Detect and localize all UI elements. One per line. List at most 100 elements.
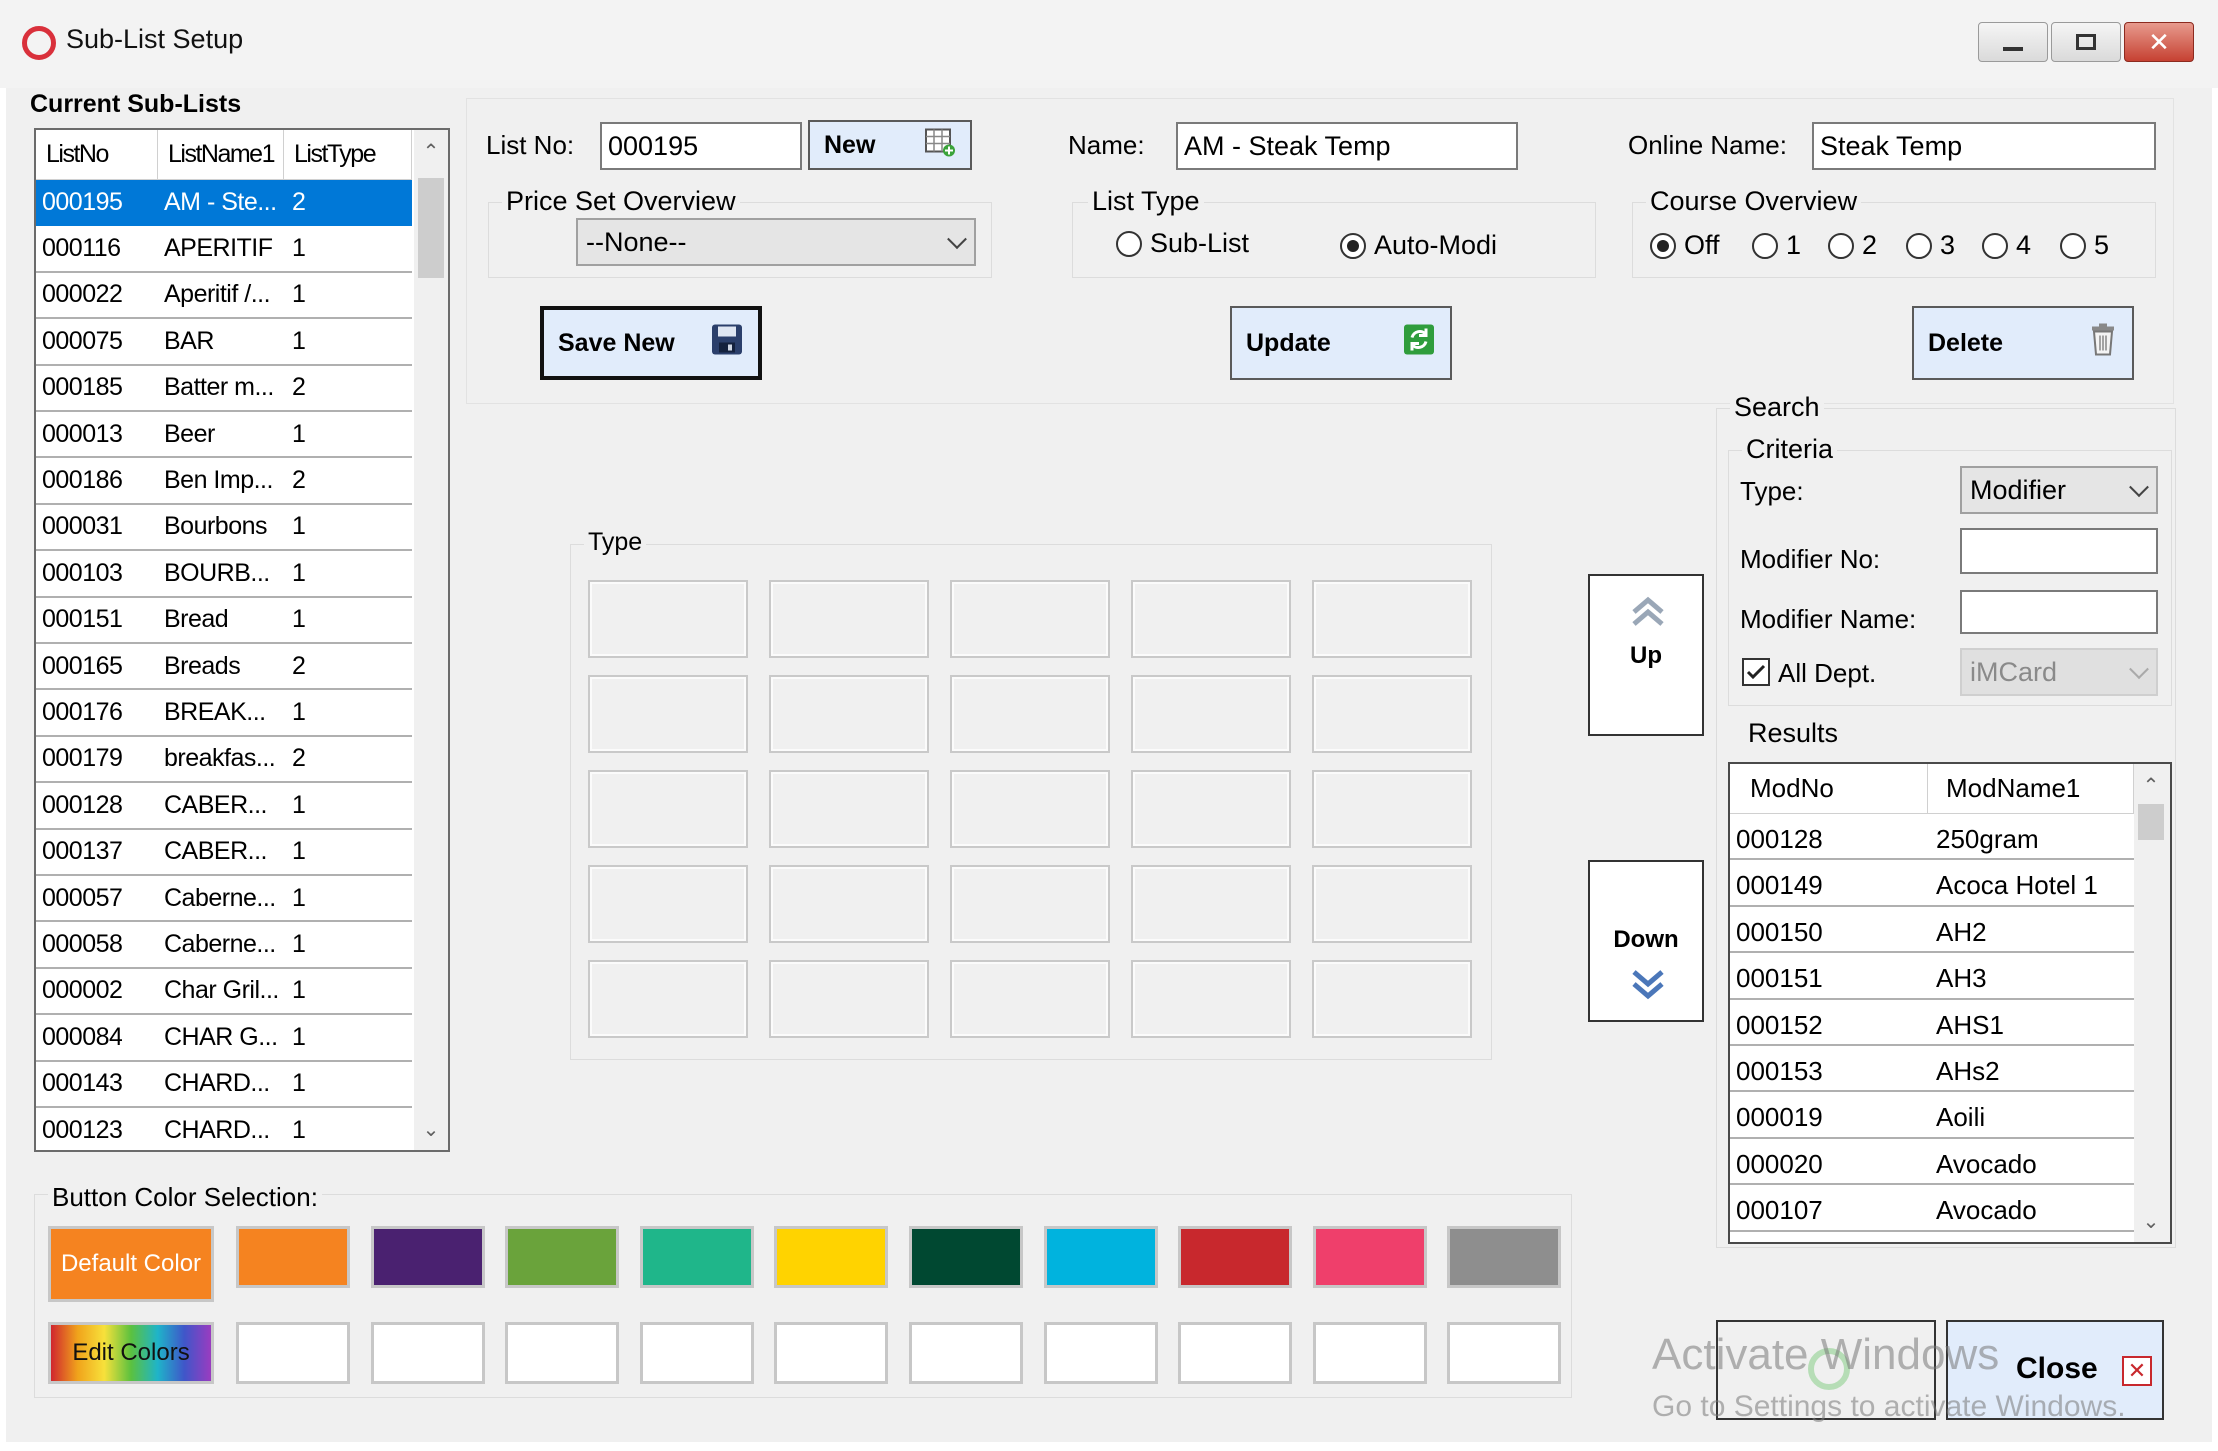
type-button-slot[interactable] xyxy=(950,675,1110,753)
results-grid[interactable]: ModNo ModName1 000128 250gram 000149 Acoca … xyxy=(1728,762,2172,1244)
type-button-slot[interactable] xyxy=(950,580,1110,658)
sublist-row[interactable]: 000186 Ben Imp... 2 xyxy=(36,458,412,505)
edit-colors-button[interactable]: Edit Colors xyxy=(48,1322,214,1384)
course-radio-off[interactable]: Off xyxy=(1650,230,1720,261)
close-window-button[interactable]: ✕ xyxy=(2124,22,2194,62)
sublist-row[interactable]: 000075 BAR 1 xyxy=(36,319,412,366)
maximize-button[interactable] xyxy=(2051,22,2121,62)
custom-color-slot[interactable] xyxy=(1178,1322,1293,1384)
sublist-row[interactable]: 000176 BREAK... 1 xyxy=(36,690,412,737)
sublist-row[interactable]: 000143 CHARD... 1 xyxy=(36,1062,412,1108)
result-row[interactable]: 000020 Avocado xyxy=(1730,1139,2134,1186)
modifier-no-input[interactable] xyxy=(1960,528,2158,574)
column-header-listtype[interactable]: ListType xyxy=(284,130,412,180)
result-row[interactable]: 000153 AHs2 xyxy=(1730,1046,2134,1093)
custom-color-slot[interactable] xyxy=(236,1322,350,1384)
custom-color-slot[interactable] xyxy=(639,1322,754,1384)
sublist-row[interactable]: 000002 Char Gril... 1 xyxy=(36,969,412,1016)
column-header-modname[interactable]: ModName1 xyxy=(1928,764,2134,814)
scroll-thumb[interactable] xyxy=(418,178,444,278)
new-button[interactable]: New xyxy=(808,120,972,170)
result-row[interactable]: 000151 AH3 xyxy=(1730,953,2134,1000)
color-swatch[interactable] xyxy=(774,1226,889,1288)
type-button-slot[interactable] xyxy=(950,960,1110,1038)
scroll-down-icon[interactable]: ⌄ xyxy=(2134,1204,2168,1238)
course-radio-3[interactable]: 3 xyxy=(1906,230,1955,261)
sublist-row[interactable]: 000185 Batter m... 2 xyxy=(36,366,412,412)
custom-color-slot[interactable] xyxy=(1447,1322,1562,1384)
list-no-input[interactable]: 000195 xyxy=(600,122,802,170)
color-swatch[interactable] xyxy=(639,1226,754,1288)
results-scrollbar[interactable]: ⌃ ⌄ xyxy=(2134,764,2170,1242)
name-input[interactable]: AM - Steak Temp xyxy=(1176,122,1518,170)
custom-color-slot[interactable] xyxy=(1043,1322,1158,1384)
sublist-row[interactable]: 000165 Breads 2 xyxy=(36,644,412,691)
column-header-modno[interactable]: ModNo xyxy=(1730,764,1928,814)
column-header-listname[interactable]: ListName1 xyxy=(158,130,284,180)
type-button-slot[interactable] xyxy=(1131,960,1291,1038)
price-set-select[interactable]: --None-- xyxy=(576,218,976,266)
search-type-select[interactable]: Modifier xyxy=(1960,466,2158,514)
sublist-row[interactable]: 000137 CABER... 1 xyxy=(36,830,412,876)
course-radio-2[interactable]: 2 xyxy=(1828,230,1877,261)
type-button-slot[interactable] xyxy=(1312,580,1472,658)
type-button-slot[interactable] xyxy=(769,580,929,658)
result-row[interactable]: 000150 AH2 xyxy=(1730,907,2134,954)
sublist-row[interactable]: 000103 BOURB... 1 xyxy=(36,551,412,598)
sublist-row[interactable]: 000179 breakfas... 2 xyxy=(36,737,412,784)
type-button-slot[interactable] xyxy=(1312,675,1472,753)
sublist-row[interactable]: 000058 Caberne... 1 xyxy=(36,922,412,969)
type-button-slot[interactable] xyxy=(588,770,748,848)
sublist-scrollbar[interactable]: ⌃ ⌄ xyxy=(414,130,448,1150)
color-swatch[interactable] xyxy=(370,1226,485,1288)
custom-color-slot[interactable] xyxy=(505,1322,620,1384)
type-button-slot[interactable] xyxy=(588,580,748,658)
move-down-button[interactable]: Down xyxy=(1588,860,1704,1022)
type-button-slot[interactable] xyxy=(588,960,748,1038)
scroll-up-icon[interactable]: ⌃ xyxy=(2134,768,2168,802)
course-radio-5[interactable]: 5 xyxy=(2060,230,2109,261)
color-swatch[interactable] xyxy=(909,1226,1023,1288)
sublist-row[interactable]: 000022 Aperitif /... 1 xyxy=(36,273,412,320)
type-button-slot[interactable] xyxy=(1131,580,1291,658)
save-new-button[interactable]: Save New xyxy=(540,306,762,380)
result-row[interactable]: 000107 Avocado xyxy=(1730,1185,2134,1232)
delete-button[interactable]: Delete xyxy=(1912,306,2134,380)
sublist-row[interactable]: 000057 Caberne... 1 xyxy=(36,876,412,923)
type-button-slot[interactable] xyxy=(769,770,929,848)
result-row[interactable]: 000152 AHS1 xyxy=(1730,1000,2134,1046)
color-swatch[interactable] xyxy=(505,1226,620,1288)
custom-color-slot[interactable] xyxy=(909,1322,1023,1384)
type-button-slot[interactable] xyxy=(1312,960,1472,1038)
color-swatch[interactable] xyxy=(1043,1226,1158,1288)
default-color-button[interactable]: Default Color xyxy=(48,1226,214,1302)
scroll-down-icon[interactable]: ⌄ xyxy=(414,1112,448,1146)
minimize-button[interactable] xyxy=(1978,22,2048,62)
type-button-slot[interactable] xyxy=(1131,865,1291,943)
radio-sublist[interactable]: Sub-List xyxy=(1116,228,1249,259)
color-swatch[interactable] xyxy=(1447,1226,1562,1288)
color-swatch[interactable] xyxy=(1178,1226,1293,1288)
move-up-button[interactable]: Up xyxy=(1588,574,1704,736)
type-button-slot[interactable] xyxy=(769,865,929,943)
scroll-thumb[interactable] xyxy=(2138,804,2164,840)
sublist-row[interactable]: 000031 Bourbons 1 xyxy=(36,505,412,552)
type-button-slot[interactable] xyxy=(1312,865,1472,943)
type-button-slot[interactable] xyxy=(1131,675,1291,753)
dept-select[interactable]: iMCard xyxy=(1960,648,2158,696)
course-radio-1[interactable]: 1 xyxy=(1752,230,1801,261)
result-row[interactable]: 000019 Aoili xyxy=(1730,1092,2134,1139)
modifier-name-input[interactable] xyxy=(1960,590,2158,634)
sublist-row[interactable]: 000013 Beer 1 xyxy=(36,412,412,459)
type-button-slot[interactable] xyxy=(588,675,748,753)
sublist-row[interactable]: 000123 CHARD... 1 xyxy=(36,1108,412,1150)
type-button-slot[interactable] xyxy=(769,675,929,753)
type-button-slot[interactable] xyxy=(588,865,748,943)
all-dept-checkbox[interactable] xyxy=(1742,658,1770,686)
color-swatch[interactable] xyxy=(236,1226,350,1288)
custom-color-slot[interactable] xyxy=(1312,1322,1427,1384)
sublist-row[interactable]: 000084 CHAR G... 1 xyxy=(36,1015,412,1062)
course-radio-4[interactable]: 4 xyxy=(1982,230,2031,261)
column-header-listno[interactable]: ListNo xyxy=(36,130,158,180)
type-button-slot[interactable] xyxy=(769,960,929,1038)
